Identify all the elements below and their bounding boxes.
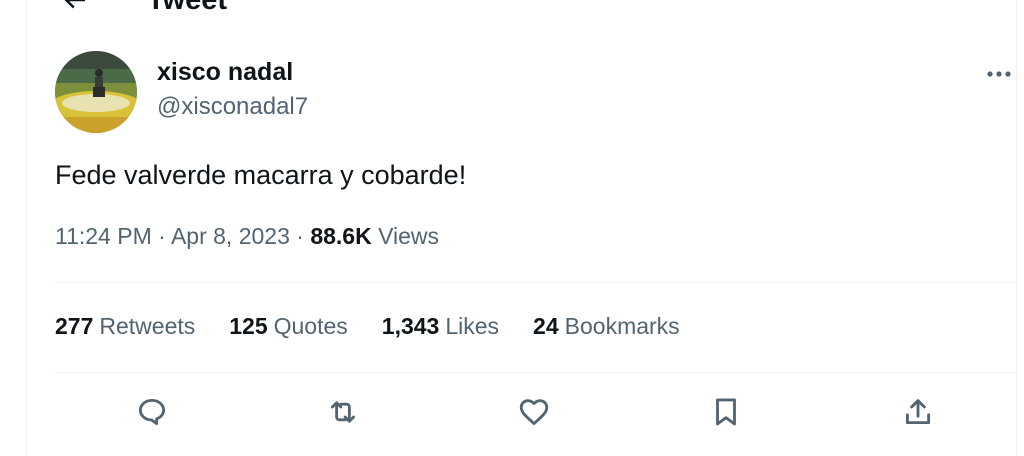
reply-icon [138, 398, 166, 426]
stat-quotes[interactable]: 125 Quotes [229, 313, 348, 340]
more-button[interactable] [980, 60, 1018, 88]
bookmark-button[interactable] [706, 392, 746, 432]
retweet-icon [330, 401, 356, 423]
stat-label: Bookmarks [564, 313, 680, 339]
engagement-stats: 277 Retweets 125 Quotes 1,343 Likes 24 Bookm… [55, 313, 714, 340]
stat-label: Likes [445, 313, 500, 339]
views-label: Views [378, 223, 440, 249]
stat-count: 24 [533, 313, 559, 339]
stat-count: 277 [55, 313, 94, 339]
stat-count: 1,343 [381, 313, 440, 339]
stat-retweets[interactable]: 277 Retweets [55, 313, 195, 340]
tweet-text: Fede valverde macarra y cobarde! [55, 160, 467, 190]
author-handle[interactable]: @xisconadal7 [157, 93, 308, 121]
page-title: Tweet [147, 0, 227, 17]
stat-likes[interactable]: 1,343 Likes [382, 313, 499, 340]
tweet-meta: 11:24 PM · Apr 8, 2023 · 88.6K Views [55, 223, 439, 250]
author-name[interactable]: xisco nadal [157, 58, 293, 87]
views-count: 88.6K [310, 223, 372, 249]
meta-separator: · [158, 223, 166, 249]
tweet-date[interactable]: Apr 8, 2023 [171, 223, 290, 249]
stat-label: Retweets [99, 313, 196, 339]
avatar[interactable] [55, 51, 137, 133]
left-border [26, 0, 27, 456]
stat-label: Quotes [273, 313, 348, 339]
back-button[interactable] [55, 0, 95, 20]
arrow-left-icon [64, 0, 85, 9]
tweet-time[interactable]: 11:24 PM [55, 223, 152, 249]
stat-count: 125 [229, 313, 268, 339]
more-horizontal-icon [987, 71, 1011, 77]
reply-button[interactable] [132, 392, 172, 432]
heart-icon [519, 399, 549, 426]
share-button[interactable] [898, 392, 938, 432]
like-button[interactable] [514, 392, 554, 432]
divider [55, 372, 1016, 373]
share-icon [905, 399, 931, 425]
stat-bookmarks[interactable]: 24 Bookmarks [533, 313, 680, 340]
avatar-photo [55, 51, 137, 133]
bookmark-icon [716, 398, 736, 426]
page-header: Tweet [55, 0, 227, 20]
divider [55, 282, 1016, 283]
meta-separator: · [296, 223, 304, 249]
retweet-button[interactable] [323, 392, 363, 432]
